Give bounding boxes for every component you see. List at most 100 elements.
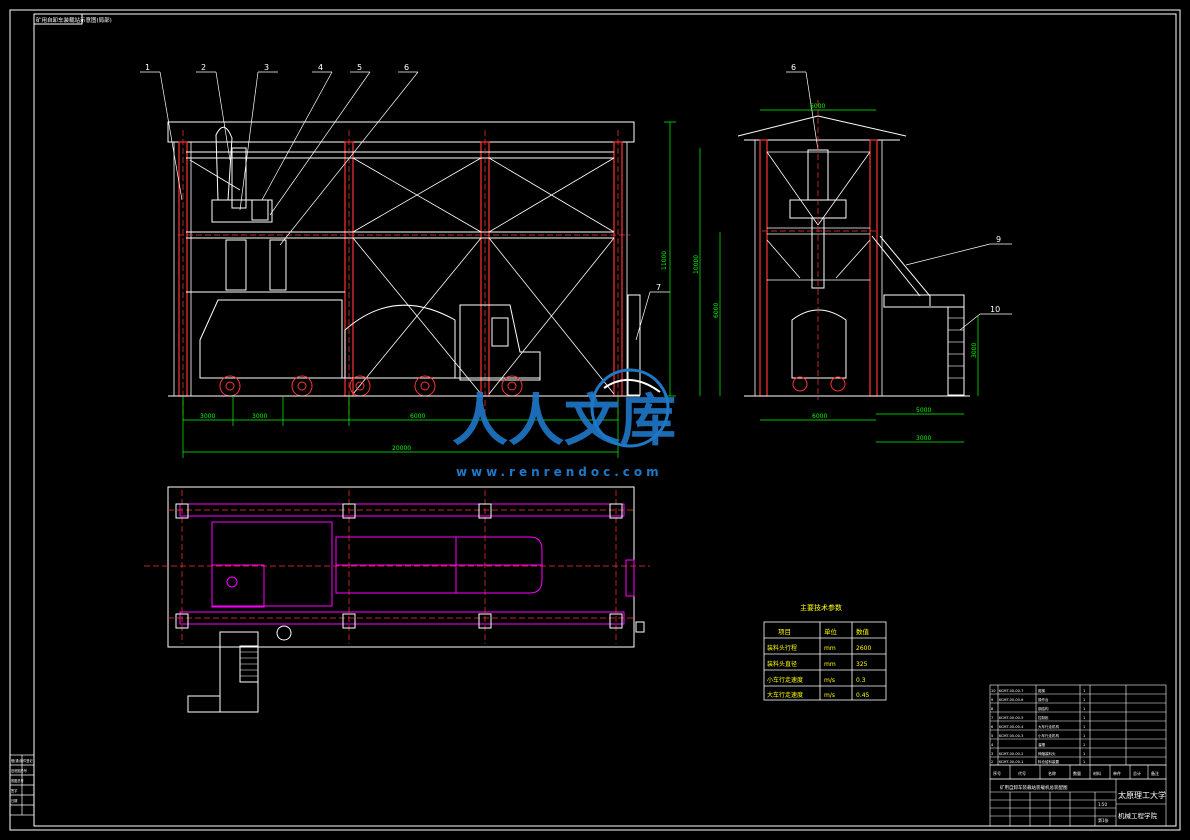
- side-elevation: [737, 100, 970, 400]
- part-row-5: 5: [991, 734, 993, 738]
- callout-2: 2: [201, 63, 206, 72]
- cad-drawing: 矿用自卸车装载站示意图(局部) 借(通)用件登记 旧底图总号 底图总号 签字 日…: [9, 9, 1181, 831]
- watermark-brand: 人人文库: [452, 389, 676, 454]
- param-row-2-unit: m/s: [824, 677, 835, 684]
- dim-front-bay-1: 3000: [252, 413, 267, 420]
- parts-header-remark: 备注: [1151, 770, 1159, 776]
- part-row-8-code: KCMT-00-00-1: [999, 760, 1023, 764]
- part-row-4-qty: 1: [1083, 725, 1085, 729]
- part-row-4: 6: [991, 725, 993, 729]
- drawing-title: 矿用自卸车装载站装载机总装配图: [1000, 784, 1068, 791]
- part-row-3-qty: 1: [1083, 716, 1085, 720]
- revision-label-1: 旧底图总号: [11, 768, 27, 773]
- front-columns: [178, 141, 623, 397]
- part-row-3-name: 控制柜: [1038, 715, 1049, 720]
- dept-name: 机械工程学院: [1118, 811, 1158, 820]
- part-row-6-name: 溜槽: [1038, 742, 1046, 747]
- parts-header-no: 序号: [993, 770, 1001, 776]
- part-row-3-code: KCMT-00-00-5: [999, 716, 1023, 720]
- param-row-3-unit: m/s: [824, 692, 835, 699]
- dim-side-bottom: 6000: [812, 413, 827, 420]
- parts-header-unit-weight: 单件: [1113, 770, 1121, 776]
- part-row-7-name: 伸缩装料头: [1038, 751, 1056, 756]
- callout-4: 4: [318, 63, 323, 72]
- part-row-5-name: 小车行走机构: [1038, 733, 1059, 738]
- revision-label-0: 借(通)用件登记: [11, 758, 33, 763]
- param-row-3-item: 大车行走速度: [767, 691, 803, 699]
- callout-5: 5: [357, 63, 362, 72]
- part-row-8-qty: 1: [1083, 760, 1085, 764]
- dim-side-width: 6000: [810, 103, 825, 110]
- callout-6: 6: [404, 63, 409, 72]
- param-row-2-value: 0.3: [856, 677, 866, 684]
- callout-7: 7: [656, 283, 661, 292]
- dim-stair-height: 3000: [971, 343, 978, 358]
- part-row-6: 4: [991, 743, 994, 747]
- part-row-2-name: 钢结构: [1038, 706, 1049, 711]
- revision-label-4: 日期: [11, 798, 17, 803]
- corner-tag: 矿用自卸车装载站示意图(局部): [36, 16, 112, 24]
- title-sheet: 第1张: [1098, 817, 1109, 823]
- part-row-7-code: KCMT-00-00-2: [999, 752, 1023, 756]
- param-row-0-item: 装料头行程: [767, 644, 797, 652]
- plan-view: [144, 486, 650, 713]
- callout-9: 9: [996, 235, 1001, 244]
- callout-3: 3: [264, 63, 269, 72]
- parts-header-code: 代号: [1018, 770, 1026, 776]
- part-row-5-qty: 1: [1083, 734, 1085, 738]
- part-row-7: 3: [991, 752, 993, 756]
- part-row-1-code: KCMT-00-00-6: [999, 698, 1023, 702]
- param-row-0-value: 2600: [856, 645, 871, 652]
- revision-label-3: 签字: [11, 788, 17, 793]
- part-row-7-qty: 1: [1083, 752, 1085, 756]
- dim-side-height-1: 6000: [713, 303, 720, 318]
- part-row-0: 10: [991, 689, 995, 693]
- part-row-8-name: 料仓给料装置: [1038, 759, 1059, 764]
- param-header-unit: 单位: [824, 627, 838, 636]
- front-roof: [167, 121, 635, 143]
- part-row-2: 8: [991, 707, 993, 711]
- dim-front-bay-2: 6000: [410, 413, 425, 420]
- callout-1: 1: [145, 63, 150, 72]
- revision-block: [9, 754, 35, 816]
- param-row-1-unit: mm: [824, 661, 836, 668]
- watermark-logo: 人人文库 www.renrendoc.com: [452, 368, 676, 479]
- watermark-url: www.renrendoc.com: [456, 465, 663, 479]
- dim-front-bay-0: 3000: [200, 413, 215, 420]
- school-name: 太原理工大学: [1118, 790, 1166, 800]
- parameters-title: 主要技术参数: [800, 603, 842, 612]
- dim-front-height: 11000: [661, 251, 668, 270]
- side-dimensions: [699, 109, 979, 443]
- part-row-1-qty: 1: [1083, 698, 1085, 702]
- part-row-4-name: 大车行走机构: [1038, 724, 1059, 729]
- parts-header-qty: 数量: [1073, 770, 1081, 776]
- part-row-2-qty: 1: [1083, 707, 1085, 711]
- param-row-2-item: 小车行走速度: [767, 676, 803, 684]
- param-row-1-value: 325: [856, 661, 868, 668]
- part-row-3: 7: [991, 716, 993, 720]
- front-elevation: [167, 121, 641, 420]
- title-scale: 1:50: [1098, 802, 1107, 807]
- part-row-0-qty: 1: [1083, 689, 1085, 693]
- part-row-0-code: KCMT-00-00-7: [999, 689, 1023, 693]
- part-row-4-code: KCMT-00-00-4: [999, 725, 1024, 729]
- parts-header-total-weight: 总计: [1133, 770, 1141, 776]
- param-row-3-value: 0.45: [856, 692, 870, 699]
- part-row-6-qty: 1: [1083, 743, 1085, 747]
- revision-label-2: 底图总号: [11, 778, 24, 783]
- param-row-0-unit: mm: [824, 645, 836, 652]
- param-header-value: 数值: [856, 627, 870, 636]
- parts-header-name: 名称: [1048, 770, 1056, 776]
- param-header-item: 项目: [778, 628, 791, 636]
- dim-side-height-0: 10000: [693, 255, 700, 274]
- parts-header-material: 材料: [1093, 770, 1101, 776]
- dim-front-total: 20000: [392, 445, 411, 452]
- part-row-1: 9: [991, 698, 993, 702]
- param-row-1-item: 装料头直径: [767, 660, 797, 668]
- callout-10: 10: [990, 305, 1000, 314]
- part-row-1-name: 操作台: [1038, 697, 1049, 702]
- part-row-8: 2: [991, 760, 993, 764]
- dim-side-right-0: 5000: [916, 407, 931, 414]
- dim-side-right-1: 3000: [916, 435, 931, 442]
- callout-6b: 6: [791, 63, 796, 72]
